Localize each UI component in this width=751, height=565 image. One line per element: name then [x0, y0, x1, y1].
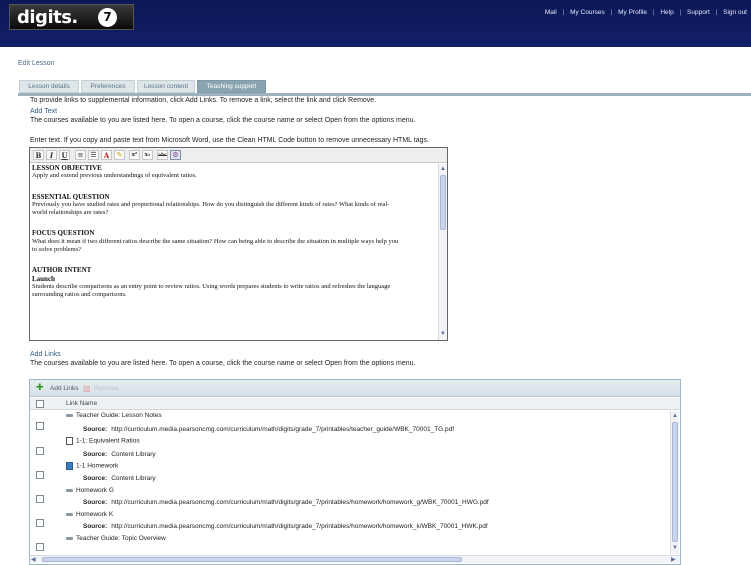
remove-button[interactable]: Remove — [94, 385, 118, 392]
add-links-help: The courses available to you are listed … — [30, 360, 416, 367]
links-horizontal-scrollbar[interactable]: ◀ ▶ — [30, 555, 680, 563]
focus-heading: FOCUS QUESTION — [32, 229, 95, 238]
launch-text-line-2: surrounding ratios and comparisons. — [32, 291, 127, 299]
nav-my-profile[interactable]: My Profile — [618, 9, 647, 16]
unordered-list-button[interactable]: ☰ — [88, 150, 99, 160]
editor-instruction: Enter text. If you copy and paste text f… — [30, 137, 429, 144]
strikethrough-button[interactable]: abc — [157, 150, 168, 160]
tab-lesson-details[interactable]: Lesson details — [19, 80, 79, 93]
essential-text-line-2: world relationships are rates? — [32, 209, 109, 217]
row-checkbox[interactable] — [36, 543, 44, 551]
link-source: Source: http://curriculum.media.pearsoncm… — [83, 523, 488, 530]
nav-separator: | — [715, 9, 718, 16]
nav-support[interactable]: Support — [687, 9, 710, 16]
objective-text: Apply and extend previous understandings… — [32, 172, 197, 180]
launch-text-line-1: Students describe comparisons as an entr… — [32, 282, 391, 290]
remove-icon[interactable]: ▨ — [83, 384, 91, 393]
bold-button[interactable]: B — [33, 150, 44, 160]
nav-mail[interactable]: Mail — [545, 9, 557, 16]
link-title[interactable]: Teacher Guide: Lesson Notes — [66, 412, 162, 419]
digits-logo[interactable]: digits. 7 — [9, 4, 134, 30]
superscript-button[interactable]: x² — [129, 150, 140, 160]
nav-help[interactable]: Help — [660, 9, 673, 16]
clean-html-button[interactable]: ⚙ — [170, 150, 181, 160]
link-icon — [66, 512, 73, 516]
essential-heading: ESSENTIAL QUESTION — [32, 192, 110, 201]
scroll-down-icon[interactable]: ▼ — [439, 330, 447, 338]
subscript-button[interactable]: x₂ — [142, 150, 153, 160]
row-checkbox[interactable] — [36, 495, 44, 503]
links-header: Link Name — [30, 398, 680, 410]
add-links-button[interactable]: Add Links — [50, 385, 79, 392]
text-color-button[interactable]: A — [101, 150, 112, 160]
link-title[interactable]: Homework K — [66, 511, 113, 518]
editor-scroll-thumb[interactable] — [440, 175, 446, 230]
tab-teaching-support[interactable]: Teaching support — [197, 80, 266, 93]
logo-text: digits. — [17, 7, 78, 28]
add-links-icon[interactable]: ✚ — [36, 383, 44, 393]
scroll-up-icon[interactable]: ▲ — [671, 412, 679, 420]
editor-body[interactable]: LESSON OBJECTIVE Apply and extend previo… — [32, 164, 436, 330]
tab-preferences[interactable]: Preferences — [81, 80, 135, 93]
link-source: Source: Content Library — [83, 451, 156, 458]
grade-badge: 7 — [98, 8, 117, 27]
nav-sign-out[interactable]: Sign out — [723, 9, 747, 16]
row-checkbox[interactable] — [36, 422, 44, 430]
underline-button[interactable]: U — [59, 150, 70, 160]
links-vertical-scrollbar[interactable]: ▲ ▼ — [670, 411, 679, 554]
homework-icon — [66, 462, 73, 470]
nav-separator: | — [679, 9, 682, 16]
link-source: Source: Content Library — [83, 475, 156, 482]
links-grid: ✚ Add Links ▨ Remove Link Name Teacher G… — [29, 379, 681, 565]
link-title[interactable]: 1-1: Equivalent Ratios — [66, 437, 140, 445]
link-icon — [66, 536, 73, 540]
intro-text: To provide links to supplemental informa… — [30, 97, 377, 104]
top-bar: digits. 7 Mail | My Courses | My Profile… — [0, 0, 751, 47]
nav-separator: | — [562, 9, 565, 16]
add-text-help: The courses available to you are listed … — [30, 117, 416, 124]
column-header-link-name[interactable]: Link Name — [66, 400, 97, 407]
focus-text-line-1: What does it mean if two different ratio… — [32, 237, 399, 245]
scroll-left-icon[interactable]: ◀ — [31, 556, 36, 563]
ordered-list-button[interactable]: ≡ — [75, 150, 86, 160]
nav-separator: | — [652, 9, 655, 16]
link-source: Source: http://curriculum.media.pearsoncm… — [83, 426, 455, 433]
document-icon — [66, 437, 73, 445]
link-title[interactable]: Homework G — [66, 487, 114, 494]
select-all-checkbox[interactable] — [36, 400, 44, 408]
links-scroll-thumb[interactable] — [672, 422, 678, 542]
link-source: Source: http://curriculum.media.pearsoncm… — [83, 499, 489, 506]
link-icon — [66, 488, 73, 492]
link-title[interactable]: 1-1 Homework — [66, 462, 118, 470]
links-hscroll-thumb[interactable] — [42, 557, 462, 562]
link-title[interactable]: Teacher Guide: Topic Overview — [66, 535, 166, 542]
links-toolbar: ✚ Add Links ▨ Remove — [30, 380, 680, 397]
add-links-heading: Add Links — [30, 351, 61, 358]
editor-toolbar: B I U ≡ ☰ A ✎ x² x₂ abc ⚙ — [30, 148, 447, 163]
highlight-button[interactable]: ✎ — [114, 150, 125, 160]
scroll-down-icon[interactable]: ▼ — [671, 544, 679, 552]
page-title: Edit Lesson — [18, 60, 55, 67]
italic-button[interactable]: I — [46, 150, 57, 160]
objective-heading: LESSON OBJECTIVE — [32, 164, 102, 172]
top-nav: Mail | My Courses | My Profile | Help | … — [541, 9, 747, 16]
row-checkbox[interactable] — [36, 519, 44, 527]
rich-text-editor[interactable]: B I U ≡ ☰ A ✎ x² x₂ abc ⚙ LESSON OBJECTI… — [29, 147, 448, 341]
nav-my-courses[interactable]: My Courses — [570, 9, 605, 16]
link-icon — [66, 413, 73, 417]
nav-separator: | — [610, 9, 613, 16]
row-checkbox[interactable] — [36, 447, 44, 455]
add-text-heading: Add Text — [30, 108, 58, 115]
launch-heading: Launch — [32, 274, 55, 283]
scroll-up-icon[interactable]: ▲ — [439, 165, 447, 173]
tab-lesson-content[interactable]: Lesson content — [137, 80, 195, 93]
scroll-right-icon[interactable]: ▶ — [671, 556, 676, 563]
row-checkbox[interactable] — [36, 471, 44, 479]
focus-text-line-2: to solve problems? — [32, 246, 82, 254]
essential-text-line-1: Previously you have studied rates and pr… — [32, 200, 390, 208]
intent-heading: AUTHOR INTENT — [32, 266, 92, 275]
editor-scrollbar[interactable]: ▲ ▼ — [438, 164, 447, 340]
